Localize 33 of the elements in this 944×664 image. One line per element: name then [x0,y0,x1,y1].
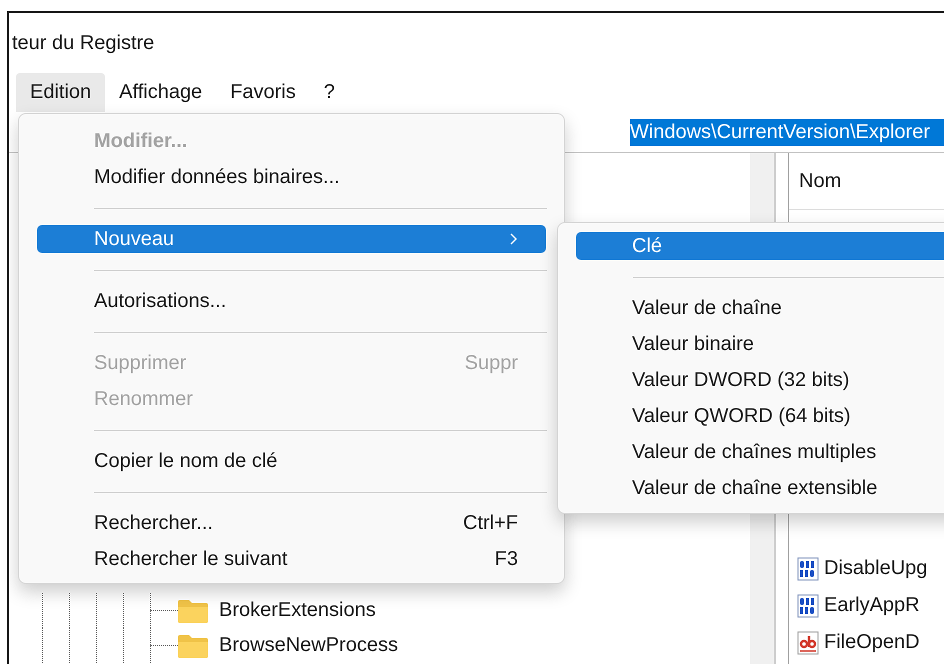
menu-item[interactable]: Autorisations... [37,287,546,315]
address-field[interactable]: Windows\CurrentVersion\Explorer [630,118,944,146]
shortcut-label: Suppr [464,352,518,374]
shortcut-label: Ctrl+F [463,512,518,534]
menu-bar-item[interactable]: ? [310,73,349,112]
binary-value-icon [797,556,819,580]
menu-item[interactable]: Copier le nom de clé [37,447,546,475]
menu-item[interactable]: Valeur de chaînes multiples [576,438,944,466]
menu-item[interactable]: Valeur binaire [576,330,944,358]
shortcut-label: F3 [494,548,518,570]
folder-icon [177,598,209,624]
menu-item[interactable]: Valeur de chaîne [576,294,944,322]
value-name[interactable]: FileOpenD [824,631,920,654]
menu-bar-item[interactable]: Edition [16,73,106,112]
string-value-icon [797,630,819,654]
value-name[interactable]: EarlyAppR [824,594,920,617]
window-title: teur du Registre [12,32,154,54]
menu-item[interactable]: Rechercher... Ctrl+F [37,509,546,537]
tree-item[interactable]: BrokerExtensions [219,599,376,622]
menu-bar-item[interactable]: Favoris [216,73,310,112]
menu-item[interactable]: Valeur QWORD (64 bits) [576,402,944,430]
menu-item[interactable]: Valeur de chaîne extensible [576,474,944,502]
menu-item[interactable]: Rechercher le suivant F3 [37,545,546,573]
menu-item[interactable]: Valeur DWORD (32 bits) [576,366,944,394]
value-name[interactable]: DisableUpg [824,557,928,580]
menu-item[interactable]: Clé [576,232,944,260]
column-header[interactable]: Nom [799,170,842,192]
menu-bar-item[interactable]: Affichage [105,73,216,112]
menu-item[interactable]: Modifier données binaires... [37,163,546,191]
tree-item[interactable]: BrowseNewProcess [219,634,398,657]
menu-item[interactable]: Nouveau [37,225,546,253]
folder-icon [177,632,209,658]
binary-value-icon [797,594,819,618]
